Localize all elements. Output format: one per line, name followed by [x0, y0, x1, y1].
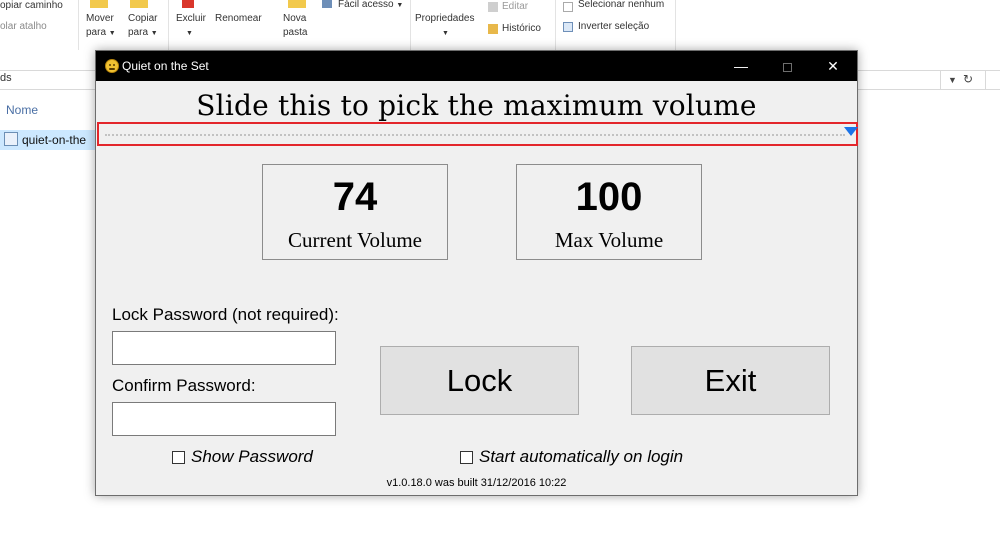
app-emoji-icon — [105, 59, 119, 73]
dropdown-arrow-icon: ▼ — [150, 30, 158, 37]
move-to-label-2: para — [86, 27, 107, 38]
dropdown-arrow-icon: ▼ — [186, 30, 193, 37]
search-box[interactable] — [985, 70, 986, 90]
screen: opiar caminho olar atalho Mover para ▼ Co… — [0, 0, 1000, 553]
new-folder-button[interactable]: Nova pasta — [283, 12, 307, 40]
file-name: quiet-on-the — [22, 133, 87, 147]
new-folder-label-2: pasta — [283, 27, 308, 38]
properties-button[interactable]: Propriedades — [415, 12, 474, 26]
exit-button[interactable]: Exit — [631, 346, 830, 415]
start-auto-checkbox[interactable] — [460, 451, 473, 464]
explorer-ribbon: opiar caminho olar atalho Mover para ▼ Co… — [0, 0, 1000, 50]
copy-to-button[interactable]: Copiar para ▼ — [128, 12, 158, 41]
paste-shortcut-button[interactable]: olar atalho — [0, 20, 47, 34]
max-volume-panel: 100 Max Volume — [516, 164, 702, 260]
history-icon — [488, 24, 498, 34]
lock-password-label: Lock Password (not required): — [112, 305, 339, 324]
easy-access-label: Fácil acesso — [338, 0, 394, 10]
easy-access-button[interactable]: Fácil acesso ▼ — [338, 0, 403, 13]
max-volume-label: Max Volume — [554, 228, 664, 252]
max-volume-value: 100 — [575, 175, 643, 219]
ribbon-group-select — [556, 0, 676, 50]
new-folder-icon — [288, 0, 306, 8]
current-volume-value: 74 — [332, 175, 378, 219]
copy-to-label-2: para — [128, 27, 149, 38]
move-to-icon — [90, 0, 108, 8]
app-window: Quiet on the Set — ✕ Slide this to pick … — [95, 50, 858, 496]
delete-icon — [182, 0, 194, 8]
slider-thumb[interactable] — [844, 127, 858, 136]
rename-button[interactable]: Renomear — [215, 12, 262, 26]
copy-to-icon — [130, 0, 148, 8]
version-text: v1.0.18.0 was built 31/12/2016 10:22 — [386, 477, 567, 489]
window-title: Quiet on the Set — [122, 59, 209, 73]
current-volume-label: Current Volume — [288, 228, 422, 252]
delete-button[interactable]: Excluir — [176, 12, 206, 26]
show-password-checkbox[interactable] — [172, 451, 185, 464]
minimize-button[interactable]: — — [718, 51, 764, 81]
edit-icon — [488, 2, 498, 12]
lock-button[interactable]: Lock — [380, 346, 579, 415]
show-password-label[interactable]: Show Password — [191, 447, 313, 467]
column-header-name[interactable]: Nome — [6, 103, 38, 117]
move-to-button[interactable]: Mover para ▼ — [86, 12, 116, 41]
close-icon: ✕ — [827, 58, 839, 74]
dropdown-arrow-icon: ▼ — [396, 2, 404, 9]
confirm-password-input[interactable] — [112, 402, 336, 436]
title-bar[interactable]: Quiet on the Set — ✕ — [96, 51, 857, 81]
address-text: ds — [0, 72, 12, 84]
edit-button[interactable]: Editar — [502, 0, 528, 14]
lock-password-input[interactable] — [112, 331, 336, 365]
slider-track[interactable] — [105, 134, 845, 136]
dropdown-arrow-icon: ▼ — [442, 30, 449, 37]
move-to-label-1: Mover — [86, 13, 114, 24]
copy-to-label-1: Copiar — [128, 13, 158, 24]
dropdown-arrow-icon: ▼ — [108, 30, 116, 37]
easy-access-icon — [322, 0, 332, 8]
close-button[interactable]: ✕ — [810, 51, 856, 81]
confirm-password-label: Confirm Password: — [112, 376, 256, 395]
maximize-button[interactable] — [764, 51, 810, 81]
file-icon — [4, 132, 18, 146]
start-auto-label[interactable]: Start automatically on login — [479, 447, 683, 467]
minimize-icon: — — [734, 58, 748, 74]
slider-heading: Slide this to pick the maximum volume — [196, 89, 757, 122]
current-volume-panel: 74 Current Volume — [262, 164, 448, 260]
new-folder-label-1: Nova — [283, 13, 307, 24]
chevron-down-icon[interactable]: ▼ — [948, 75, 957, 85]
max-volume-slider[interactable] — [97, 122, 858, 146]
copy-path-button[interactable]: opiar caminho — [0, 0, 63, 13]
history-button[interactable]: Histórico — [502, 22, 541, 36]
maximize-icon — [782, 62, 792, 72]
refresh-icon[interactable]: ↻ — [963, 72, 973, 86]
address-divider — [940, 70, 941, 90]
